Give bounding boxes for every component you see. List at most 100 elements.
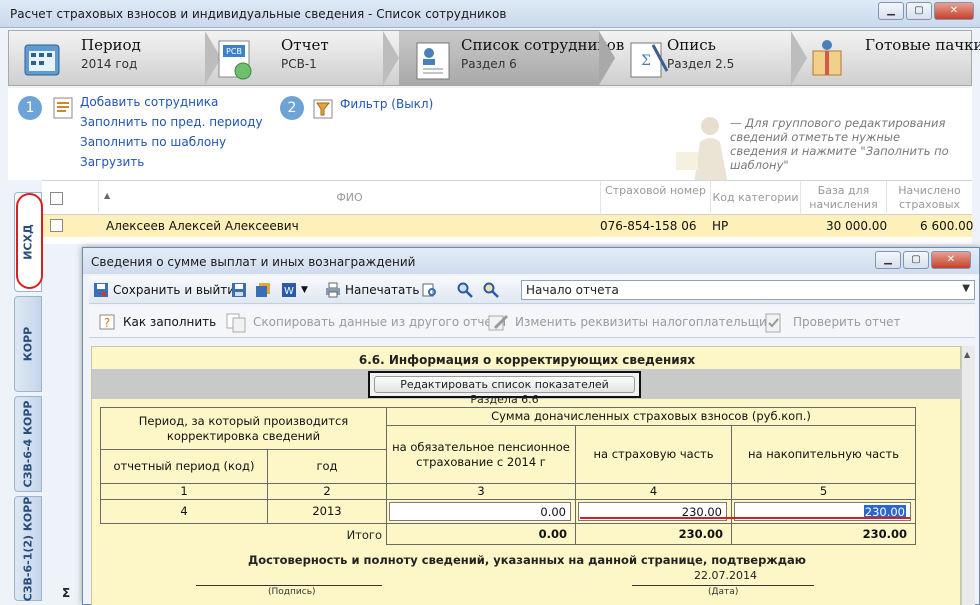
check-report-icon [765, 313, 781, 333]
highlight-oval [16, 193, 43, 289]
step-ready-packs[interactable]: Готовые пачки [807, 31, 980, 85]
minimize-button[interactable]: ▁ [878, 2, 904, 20]
step-period[interactable]: Период 2014 год [9, 31, 205, 85]
main-titlebar: Расчет страховых взносов и индивидуальны… [0, 0, 980, 28]
search-icon[interactable] [457, 282, 473, 298]
row-funded-cell: 230.00 [731, 499, 916, 524]
head-sum: Сумма доначисленных страховых взносов (р… [386, 407, 916, 426]
col-num-1: 1 [100, 483, 268, 500]
step-sub: Раздел 6 [461, 57, 517, 71]
step-report[interactable]: РСВ Отчет РСВ-1 [218, 31, 399, 85]
section-nav-select[interactable]: Начало отчета ▼ [521, 280, 975, 300]
check-report-button[interactable]: Проверить отчет [793, 315, 901, 329]
confirmation-text: Достоверность и полноту сведений, указан… [248, 553, 806, 567]
tab-label: КОРР [21, 326, 35, 362]
svg-text:Σ: Σ [641, 53, 651, 69]
select-all-checkbox[interactable] [50, 192, 63, 205]
chevron-down-icon: ▼ [962, 283, 970, 294]
total-funded: 230.00 [734, 525, 911, 544]
scroll-up-icon[interactable]: ▲ [964, 350, 970, 359]
step-sub: Раздел 2.5 [667, 57, 735, 71]
print-preview-icon[interactable] [421, 282, 437, 298]
row-charged: 6 600.00 [920, 219, 974, 233]
col-num-4: 4 [575, 483, 732, 500]
save-icon[interactable] [231, 282, 247, 298]
col-snils[interactable]: Страховой номер [600, 181, 710, 215]
step-name: Опись [667, 36, 716, 54]
dialog-toolbar: Сохранить и выйти W ▼ Напечатать Начало … [89, 276, 975, 304]
tab-szv-6-4-korr[interactable]: СЗВ-6-4 КОРР [14, 396, 42, 492]
col-num-2: 2 [267, 483, 387, 500]
load-link[interactable]: Загрузить [80, 155, 144, 169]
dialog-title: Сведения о сумме выплат и иных вознаграж… [91, 255, 416, 269]
head-period-code: отчетный период (код) [100, 449, 268, 484]
window-controls: ▁ ▢ ✕ [878, 2, 974, 20]
row-ops-cell: 0.00 [386, 499, 576, 524]
dialog-maximize-button[interactable]: ▢ [903, 251, 929, 269]
word-export-icon[interactable]: W [281, 282, 297, 298]
window-title: Расчет страховых взносов и индивидуальны… [10, 7, 507, 21]
dialog-close-button[interactable]: ✕ [931, 251, 971, 269]
head-insurance: на страховую часть [575, 425, 732, 484]
col-base[interactable]: База для начисления взносов [800, 181, 886, 225]
search-next-icon[interactable] [483, 282, 499, 298]
tab-szv-6-1-2-korr[interactable]: СЗВ-6-1(2) КОРР [14, 496, 42, 601]
section-title: 6.6. Информация о корректирующих сведени… [358, 353, 696, 367]
row-insurance-cell: 230.00 [575, 499, 732, 524]
rsv-document-icon: РСВ [218, 40, 252, 80]
row-fio: Алексеев Алексей Алексеевич [106, 219, 299, 233]
save-copies-icon[interactable] [255, 282, 271, 298]
sigma-icon: Σ [62, 586, 71, 600]
employee-list-icon [416, 42, 450, 80]
dialog-minimize-button[interactable]: ▁ [875, 251, 901, 269]
total-insurance: 230.00 [578, 525, 727, 544]
fill-prev-period-link[interactable]: Заполнить по пред. периоду [80, 115, 263, 129]
signature-line [196, 585, 382, 586]
chevron-down-icon[interactable]: ▼ [301, 285, 308, 295]
col-category[interactable]: Код категории [710, 181, 800, 215]
maximize-button[interactable]: ▢ [906, 2, 932, 20]
total-insurance-cell: 230.00 [575, 523, 732, 545]
step-employee-list[interactable]: Список сотрудников Раздел 6 [399, 31, 624, 85]
row-period-code[interactable]: 4 [100, 499, 268, 524]
table-row[interactable]: Алексеев Алексей Алексеевич 076-854-158 … [42, 215, 974, 237]
add-employee-icon [53, 97, 73, 119]
save-exit-button[interactable]: Сохранить и выйти [113, 283, 235, 297]
payments-dialog: Сведения о сумме выплат и иных вознаграж… [82, 247, 980, 605]
copy-from-other-report-button[interactable]: Скопировать данные из другого отчета [253, 315, 506, 329]
row-category: НР [712, 219, 729, 233]
add-employee-link[interactable]: Добавить сотрудника [80, 95, 218, 109]
filter-link[interactable]: Фильтр (Выкл) [340, 97, 433, 111]
step-sub: РСВ-1 [281, 57, 317, 71]
col-charged[interactable]: Начислено страховых взносов [886, 181, 972, 225]
print-icon [326, 282, 340, 298]
confirm-date[interactable]: 22.07.2014 [694, 569, 757, 582]
dialog-window-controls: ▁ ▢ ✕ [875, 251, 971, 269]
row-snils: 076-854-158 06 [600, 219, 697, 233]
change-taxpayer-details-button[interactable]: Изменить реквизиты налогоплательщика [515, 315, 781, 329]
step-inventory[interactable]: Σ Опись Раздел 2.5 [615, 31, 791, 85]
row-checkbox[interactable] [50, 219, 63, 232]
tab-korr[interactable]: КОРР [14, 296, 42, 392]
form-scrollbar[interactable]: ▲ [961, 346, 975, 605]
head-ops: на обязательное пенсионное страхование с… [386, 425, 576, 484]
step-name: Готовые пачки [865, 36, 980, 54]
edit-indicators-button[interactable]: Редактировать список показателей Раздела… [374, 376, 635, 406]
tab-label: СЗВ-6-1(2) КОРР [21, 496, 35, 601]
col-num-5: 5 [731, 483, 916, 500]
date-line [632, 585, 814, 586]
tab-label: СЗВ-6-4 КОРР [21, 400, 35, 488]
signature-label: (Подпись) [268, 587, 316, 597]
save-exit-icon [94, 283, 108, 297]
close-button[interactable]: ✕ [934, 2, 974, 20]
total-ops: 0.00 [389, 525, 571, 544]
row-year[interactable]: 2013 [267, 499, 387, 524]
total-funded-cell: 230.00 [731, 523, 916, 545]
ops-input[interactable]: 0.00 [389, 502, 571, 521]
print-button[interactable]: Напечатать [345, 283, 419, 297]
employee-grid: ▲ ФИО Страховой номер Код категории База… [42, 180, 974, 244]
fill-template-link[interactable]: Заполнить по шаблону [80, 135, 226, 149]
how-to-fill-button[interactable]: Как заполнить [123, 315, 216, 329]
step-badge-1: 1 [18, 96, 42, 120]
col-fio[interactable]: ФИО [98, 181, 600, 215]
